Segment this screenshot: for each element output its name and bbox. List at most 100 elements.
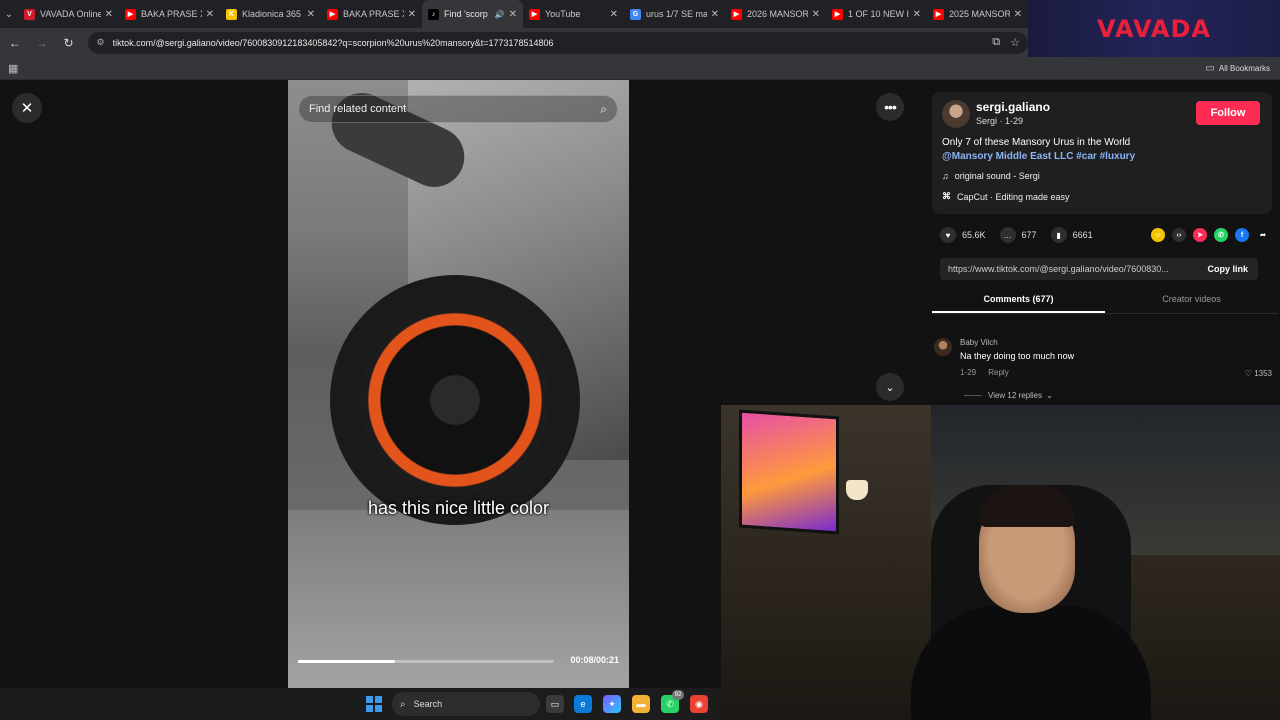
tab-close-icon[interactable]: ✕	[408, 9, 416, 20]
tab-favicon-icon: ▶	[933, 8, 944, 20]
browser-tab[interactable]: V VAVADA Online ✕	[18, 0, 119, 28]
like-stat[interactable]: ♥ 65.6K	[940, 227, 986, 243]
commenter-name[interactable]: Baby Vilch	[960, 338, 998, 347]
windows-start-icon[interactable]	[366, 696, 382, 712]
forward-button[interactable]: →	[30, 31, 54, 55]
tabs-list: V VAVADA Online ✕ ▶ BAKA PRASE X ✕ K Kladionica…	[18, 0, 1028, 28]
tab-close-icon[interactable]: ✕	[812, 9, 820, 20]
search-icon[interactable]: ⌕	[600, 102, 607, 117]
comment-likes[interactable]: ♡ 1353	[1245, 369, 1272, 378]
find-related-search[interactable]: Find related content ⌕	[298, 95, 618, 123]
tab-close-icon[interactable]: ✕	[509, 9, 517, 20]
send-to-friends-icon[interactable]: ➤	[1193, 228, 1207, 242]
view-replies-button[interactable]: View 12 replies ⌄	[964, 391, 1053, 400]
browser-tab[interactable]: ♪ Find 'scorp 🔊 ✕	[422, 0, 523, 28]
vavada-banner[interactable]: VAVADA	[1028, 0, 1280, 58]
video-time: 00:08/00:21	[570, 655, 619, 665]
tab-search-button[interactable]: ⌄	[4, 3, 14, 25]
sound-row[interactable]: ♫ original sound - Sergi	[942, 171, 1040, 181]
follow-button[interactable]: Follow	[1196, 101, 1260, 125]
author-name[interactable]: sergi.galiano	[976, 100, 1050, 114]
browser-tab[interactable]: K Kladionica 365 ✕	[220, 0, 321, 28]
all-bookmarks-button[interactable]: ▭ All Bookmarks	[1205, 63, 1270, 74]
tab-close-icon[interactable]: ✕	[610, 9, 618, 20]
tab-favicon-icon: ▶	[832, 8, 843, 20]
browser-tab[interactable]: ▶ YouTube ✕	[523, 0, 624, 28]
commenter-avatar[interactable]	[934, 338, 952, 356]
copilot-icon[interactable]: ✦	[603, 695, 621, 713]
comment-count: 677	[1021, 230, 1037, 240]
folder-icon: ▭	[1205, 62, 1215, 74]
site-info-icon[interactable]: ⚙	[96, 37, 104, 48]
back-button[interactable]: ←	[3, 31, 27, 55]
reload-button[interactable]: ↻	[57, 31, 81, 55]
more-options-button[interactable]: •••	[876, 93, 904, 121]
reply-button[interactable]: Reply	[988, 368, 1008, 377]
file-explorer-icon[interactable]: ▬	[632, 695, 650, 713]
next-video-button[interactable]: ⌄	[876, 373, 904, 401]
tab-close-icon[interactable]: ✕	[307, 9, 315, 20]
browser-tab[interactable]: Gurus 1/7 SE ma ✕	[624, 0, 725, 28]
webcam-person-hair	[979, 485, 1075, 527]
sound-label: original sound - Sergi	[954, 171, 1040, 181]
heart-icon: ♥	[940, 227, 956, 243]
share-arrow-icon[interactable]: ➦	[1256, 228, 1270, 242]
friends-share-icon[interactable]: ☺	[1151, 228, 1165, 242]
task-view-icon[interactable]: ▭	[546, 695, 564, 713]
tab-creator-videos[interactable]: Creator videos	[1105, 290, 1278, 313]
whatsapp-icon[interactable]: ✆	[1214, 228, 1228, 242]
close-video-button[interactable]: ✕	[12, 93, 42, 123]
search-icon: ⌕	[400, 698, 406, 710]
taskbar-search[interactable]: ⌕ Search	[392, 692, 540, 716]
whatsapp-taskbar-icon[interactable]: ✆ 92	[661, 690, 684, 713]
tab-title: VAVADA Online	[40, 9, 101, 19]
browser-tab[interactable]: ▶ BAKA PRASE X ✕	[119, 0, 220, 28]
edge-icon[interactable]: e	[574, 695, 592, 713]
tab-favicon-icon: K	[226, 8, 237, 20]
save-count: 6661	[1072, 230, 1093, 240]
chevron-down-icon: ⌄	[1046, 391, 1053, 400]
tab-close-icon[interactable]: ✕	[1014, 9, 1022, 20]
comment-stat[interactable]: … 677	[999, 227, 1037, 243]
bookmark-star-icon[interactable]: ☆	[1010, 36, 1020, 49]
replies-divider	[964, 395, 982, 396]
share-icons: ☺ ‹› ➤ ✆ f ➦	[1144, 228, 1270, 242]
tab-favicon-icon: G	[630, 8, 641, 20]
tab-title: 2026 MANSOR	[747, 9, 808, 19]
address-bar[interactable]: ⚙ tiktok.com/@sergi.galiano/video/760083…	[88, 31, 1028, 54]
capcut-row[interactable]: ⌘ CapCut · Editing made easy	[942, 191, 1070, 202]
video-progress-bar[interactable]	[298, 660, 554, 663]
browser-tab[interactable]: ▶ 2026 MANSOR ✕	[725, 0, 826, 28]
address-row: ← → ↻ ⚙ tiktok.com/@sergi.galiano/video/…	[0, 28, 1028, 57]
tab-favicon-icon: ▶	[125, 8, 136, 20]
browser-tab[interactable]: ▶ 1 OF 10 NEW I ✕	[826, 0, 927, 28]
screen: ⌄ V VAVADA Online ✕ ▶ BAKA PRASE X ✕ K Kladioni…	[0, 0, 1280, 720]
chrome-icon[interactable]: ◉	[690, 695, 708, 713]
comment-like-count: 1353	[1254, 369, 1272, 378]
tab-favicon-icon: ♪	[428, 8, 439, 20]
author-avatar[interactable]	[942, 100, 970, 128]
comment-item: Baby Vilch Na they doing too much now 1-…	[932, 336, 1278, 406]
browser-tabstrip: ⌄ V VAVADA Online ✕ ▶ BAKA PRASE X ✕ K Kladioni…	[0, 0, 1028, 28]
apps-grid-icon[interactable]: ▦	[8, 62, 18, 75]
tab-close-icon[interactable]: ✕	[711, 9, 719, 20]
tab-close-icon[interactable]: ✕	[206, 9, 214, 20]
facebook-icon[interactable]: f	[1235, 228, 1249, 242]
copy-link-button[interactable]: Copy link	[1197, 264, 1258, 274]
browser-tab[interactable]: ▶ BAKA PRASE X ✕	[321, 0, 422, 28]
capcut-icon: ⌘	[942, 191, 951, 201]
video-caption: has this nice little color	[367, 498, 550, 518]
tab-audio-icon[interactable]: 🔊	[495, 10, 505, 19]
tab-close-icon[interactable]: ✕	[105, 9, 113, 20]
install-app-icon[interactable]: ⧉	[992, 36, 1000, 49]
comment-text: Na they doing too much now	[960, 351, 1075, 361]
save-stat[interactable]: ▮ 6661	[1050, 227, 1093, 243]
browser-tab[interactable]: ▶ 2025 MANSOR ✕	[927, 0, 1028, 28]
share-link-url: https://www.tiktok.com/@sergi.galiano/vi…	[948, 264, 1169, 274]
tab-close-icon[interactable]: ✕	[913, 9, 921, 20]
embed-icon[interactable]: ‹›	[1172, 228, 1186, 242]
video-player[interactable]: Find related content ⌕ has this nice lit…	[288, 80, 629, 688]
video-tags[interactable]: @Mansory Middle East LLC #car #luxury	[942, 151, 1135, 162]
tab-title: urus 1/7 SE ma	[646, 9, 707, 19]
tab-comments[interactable]: Comments (677)	[932, 290, 1105, 313]
